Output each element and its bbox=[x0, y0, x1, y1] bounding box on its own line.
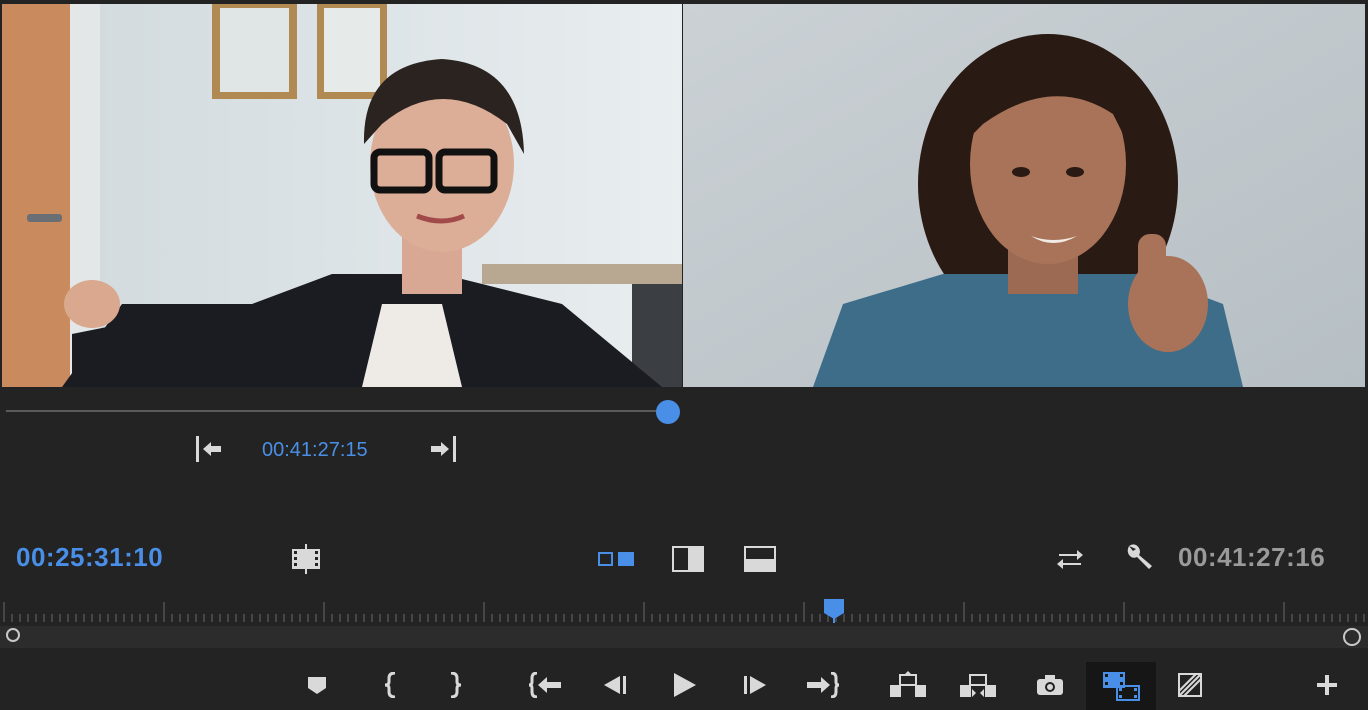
lift-button[interactable] bbox=[886, 668, 930, 702]
step-forward-icon bbox=[744, 676, 766, 694]
toggle-proxies-button[interactable] bbox=[1172, 668, 1208, 702]
horizontal-split-view-icon[interactable] bbox=[740, 542, 780, 576]
extract-button[interactable] bbox=[956, 668, 1000, 702]
reference-frame bbox=[2, 4, 682, 387]
plus-icon bbox=[1317, 675, 1337, 695]
go-to-in-button[interactable] bbox=[526, 668, 566, 702]
mark-in-bracket-icon bbox=[384, 672, 396, 698]
mark-in-button[interactable] bbox=[374, 668, 408, 702]
go-to-out-button[interactable] bbox=[802, 668, 842, 702]
comparison-view-button[interactable] bbox=[1086, 662, 1156, 710]
step-forward-button[interactable] bbox=[738, 668, 774, 702]
button-editor-button[interactable] bbox=[1310, 668, 1344, 702]
playhead[interactable] bbox=[823, 598, 845, 624]
duration-timecode: 00:41:27:16 bbox=[1178, 542, 1326, 572]
comparison-view-icon bbox=[1103, 672, 1140, 701]
go-to-in-arrow-icon[interactable] bbox=[190, 434, 226, 464]
play-icon bbox=[674, 673, 696, 697]
zoom-scroll-bar[interactable] bbox=[0, 626, 1368, 648]
step-back-icon bbox=[604, 676, 626, 694]
time-ruler[interactable] bbox=[0, 600, 1368, 624]
zoom-handle-right[interactable] bbox=[1343, 628, 1361, 646]
go-to-out-icon bbox=[807, 672, 839, 698]
vertical-split-view-icon[interactable] bbox=[668, 542, 708, 576]
swap-sides-icon[interactable] bbox=[1052, 544, 1088, 574]
mark-out-bracket-icon bbox=[450, 672, 462, 698]
mark-out-button[interactable] bbox=[438, 668, 472, 702]
proxy-toggle-icon bbox=[1178, 673, 1202, 697]
play-button[interactable] bbox=[666, 668, 702, 702]
add-marker-button[interactable] bbox=[300, 668, 334, 702]
extract-icon bbox=[960, 674, 996, 697]
trim-timecode: 00:41:27:15 bbox=[262, 439, 368, 461]
wrench-settings-icon[interactable] bbox=[1122, 540, 1158, 574]
current-timecode[interactable]: 00:25:31:10 bbox=[16, 542, 163, 573]
camera-icon bbox=[1037, 675, 1063, 695]
zoom-handle-left[interactable] bbox=[6, 628, 20, 642]
trim-scrubber-track[interactable] bbox=[6, 410, 668, 412]
trim-scrubber-handle[interactable] bbox=[656, 400, 680, 424]
go-to-in-icon bbox=[529, 672, 561, 698]
drop-frame-icon[interactable] bbox=[288, 542, 324, 576]
lift-icon bbox=[890, 671, 926, 697]
program-frame bbox=[683, 4, 1365, 387]
side-by-side-view-icon[interactable] bbox=[594, 544, 638, 574]
go-to-out-arrow-icon[interactable] bbox=[426, 434, 462, 464]
marker-icon bbox=[308, 677, 326, 694]
export-frame-button[interactable] bbox=[1032, 668, 1068, 702]
step-back-button[interactable] bbox=[596, 668, 632, 702]
